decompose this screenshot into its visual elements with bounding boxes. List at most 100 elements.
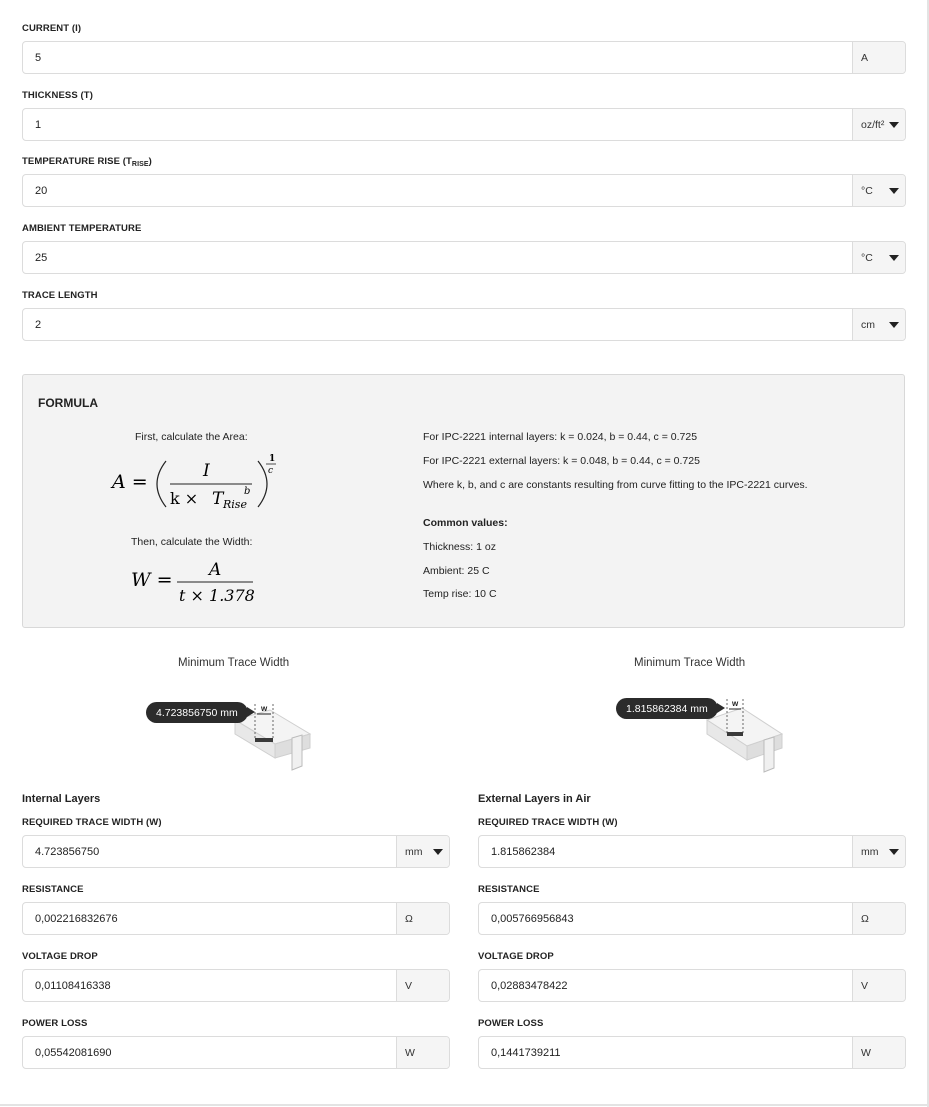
thickness-unit-select[interactable]: oz/ft² [852, 109, 905, 140]
page-border-bottom [0, 1104, 929, 1106]
internal-width-bubble: 4.723856750 mm [146, 702, 255, 723]
external-width-unit-value: mm [861, 845, 879, 858]
eq1-den-sub: Rise [222, 498, 247, 511]
eq2-denominator: t × 1.378 [179, 586, 255, 605]
internal-resistance-value[interactable]: 0,002216832676 [23, 903, 396, 934]
external-width-value[interactable]: 1.815862384 [479, 836, 852, 867]
current-field: 5 A [22, 41, 906, 74]
area-equation: A = I k × T Rise b 1 c [110, 454, 276, 511]
external-diagram-title: Minimum Trace Width [634, 657, 746, 669]
ambient-temperature-unit-select[interactable]: °C [852, 242, 905, 273]
external-width-bubble: 1.815862384 mm [616, 698, 725, 719]
internal-width-value[interactable]: 4.723856750 [23, 836, 396, 867]
eq1-lhs: A = [110, 471, 148, 493]
internal-resistance-unit: Ω [396, 903, 449, 934]
external-resistance-label: RESISTANCE [478, 884, 540, 895]
internal-voltage-drop-label: VOLTAGE DROP [22, 951, 98, 962]
internal-resistance-field: 0,002216832676 Ω [22, 902, 450, 935]
trace-length-input[interactable]: 2 [23, 309, 852, 340]
formula-title: FORMULA [38, 396, 98, 410]
internal-diagram-title: Minimum Trace Width [178, 657, 290, 669]
eq1-exp-num: 1 [269, 454, 275, 464]
external-power-loss-value[interactable]: 0,1441739211 [479, 1037, 852, 1068]
thickness-field: 1 oz/ft² [22, 108, 906, 141]
trace-copper [255, 738, 273, 742]
internal-width-field: 4.723856750 mm [22, 835, 450, 868]
external-section-title: External Layers in Air [478, 793, 591, 805]
eq1-exp-den: c [268, 466, 273, 476]
external-power-loss-field: 0,1441739211 W [478, 1036, 906, 1069]
chevron-down-icon [433, 849, 443, 855]
thickness-unit-value: oz/ft² [861, 118, 885, 131]
external-power-loss-unit: W [852, 1037, 905, 1068]
internal-voltage-drop-value[interactable]: 0,01108416338 [23, 970, 396, 1001]
internal-voltage-drop-unit: V [396, 970, 449, 1001]
temperature-rise-label-end: ) [148, 156, 152, 167]
external-width-label: REQUIRED TRACE WIDTH (W) [478, 817, 618, 828]
eq2-numerator: A [207, 560, 221, 580]
temperature-rise-input[interactable]: 20 [23, 175, 852, 206]
trace-length-field: 2 cm [22, 308, 906, 341]
external-voltage-drop-value[interactable]: 0,02883478422 [479, 970, 852, 1001]
dim-w-label: w [731, 699, 739, 708]
formula-note-external: For IPC-2221 external layers: k = 0.048,… [423, 455, 700, 467]
board-cut [291, 734, 303, 771]
trace-length-label: TRACE LENGTH [22, 290, 98, 301]
internal-width-unit-value: mm [405, 845, 423, 858]
internal-voltage-drop-field: 0,01108416338 V [22, 969, 450, 1002]
eq2-lhs: W = [131, 569, 173, 591]
formula-panel: FORMULA First, calculate the Area: A = I… [22, 374, 905, 628]
external-resistance-unit: Ω [852, 903, 905, 934]
internal-width-label: REQUIRED TRACE WIDTH (W) [22, 817, 162, 828]
thickness-input[interactable]: 1 [23, 109, 852, 140]
temperature-rise-label-text: TEMPERATURE RISE (T [22, 156, 132, 167]
chevron-down-icon [889, 255, 899, 261]
internal-width-unit-select[interactable]: mm [396, 836, 449, 867]
chevron-down-icon [889, 188, 899, 194]
width-equation: W = A t × 1.378 [131, 560, 255, 605]
temperature-rise-unit-select[interactable]: °C [852, 175, 905, 206]
current-unit: A [852, 42, 905, 73]
external-power-loss-label: POWER LOSS [478, 1018, 544, 1029]
eq1-den-k: k × [170, 489, 198, 508]
common-value-thickness: Thickness: 1 oz [423, 541, 496, 553]
paren-right [257, 460, 268, 508]
external-resistance-value[interactable]: 0,005766956843 [479, 903, 852, 934]
formula-step-area: First, calculate the Area: [135, 431, 248, 443]
ambient-temperature-input[interactable]: 25 [23, 242, 852, 273]
internal-power-loss-field: 0,05542081690 W [22, 1036, 450, 1069]
current-label: CURRENT (I) [22, 23, 82, 34]
internal-resistance-label: RESISTANCE [22, 884, 84, 895]
ambient-temperature-field: 25 °C [22, 241, 906, 274]
paren-left [156, 460, 167, 508]
ambient-temperature-unit-value: °C [861, 251, 873, 264]
bubble-pointer [246, 707, 255, 717]
internal-power-loss-unit: W [396, 1037, 449, 1068]
temperature-rise-unit-value: °C [861, 184, 873, 197]
external-width-bubble-text: 1.815862384 mm [626, 702, 708, 715]
internal-width-bubble-text: 4.723856750 mm [156, 706, 238, 719]
chevron-down-icon [889, 122, 899, 128]
eq1-den-exp: b [244, 486, 250, 497]
internal-power-loss-value[interactable]: 0,05542081690 [23, 1037, 396, 1068]
internal-section-title: Internal Layers [22, 793, 101, 805]
board-cut [763, 736, 775, 773]
eq1-numerator: I [202, 461, 210, 481]
formula-note-internal: For IPC-2221 internal layers: k = 0.024,… [423, 431, 698, 443]
ambient-temperature-label: AMBIENT TEMPERATURE [22, 223, 142, 234]
bubble-pointer [716, 703, 725, 713]
trace-length-unit-select[interactable]: cm [852, 309, 905, 340]
trace-length-unit-value: cm [861, 318, 875, 331]
current-input[interactable]: 5 [23, 42, 852, 73]
formula-note-constants: Where k, b, and c are constants resultin… [423, 479, 808, 491]
external-voltage-drop-field: 0,02883478422 V [478, 969, 906, 1002]
thickness-label: THICKNESS (T) [22, 90, 93, 101]
common-value-ambient: Ambient: 25 C [423, 565, 490, 577]
formula-step-width: Then, calculate the Width: [131, 536, 253, 548]
external-width-field: 1.815862384 mm [478, 835, 906, 868]
temperature-rise-label: TEMPERATURE RISE (TRISE) [22, 156, 152, 168]
common-value-temp-rise: Temp rise: 10 C [423, 588, 497, 600]
internal-power-loss-label: POWER LOSS [22, 1018, 88, 1029]
dim-w-label: w [260, 704, 268, 713]
external-width-unit-select[interactable]: mm [852, 836, 905, 867]
